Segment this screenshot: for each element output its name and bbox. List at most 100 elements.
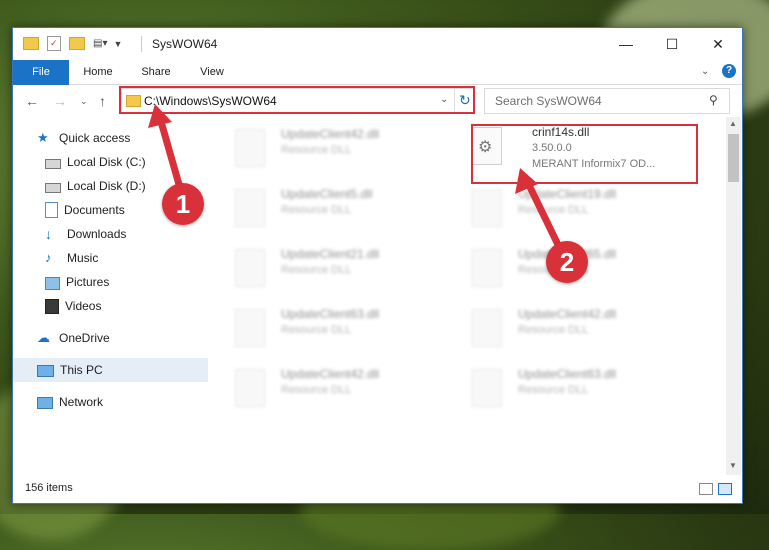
forward-arrow-icon[interactable]: →: [53, 93, 67, 109]
tiles-view-icon[interactable]: [718, 483, 732, 495]
file-type: Resource DLL: [281, 324, 352, 336]
list-item[interactable]: UpdateClient19.dll Resource DLL: [460, 183, 690, 239]
search-placeholder: Search SysWOW64: [495, 94, 602, 108]
file-type: Resource DLL: [281, 204, 352, 216]
minimize-button[interactable]: —: [603, 28, 649, 60]
recent-chevron-icon[interactable]: ⌄: [80, 96, 88, 107]
file-type: Resource DLL: [518, 204, 589, 216]
file-name: UpdateClient5.dll: [281, 187, 373, 201]
documents-icon: [45, 202, 58, 218]
file-type: Resource DLL: [281, 264, 352, 276]
tab-share[interactable]: Share: [133, 60, 179, 84]
folder-icon[interactable]: [23, 37, 39, 50]
status-bar: 156 items: [13, 475, 742, 503]
search-icon[interactable]: ⚲: [709, 93, 718, 107]
details-view-icon[interactable]: [699, 483, 713, 495]
help-icon[interactable]: ?: [722, 64, 736, 78]
list-item[interactable]: UpdateClient63.dll Resource DLL: [223, 303, 453, 359]
sidebar-item-label: This PC: [60, 363, 103, 377]
window-title: SysWOW64: [152, 37, 218, 51]
step-badge-2: 2: [546, 241, 588, 283]
sidebar-item-label: Quick access: [59, 131, 131, 145]
search-input[interactable]: Search SysWOW64 ⚲: [484, 88, 730, 114]
sidebar-item-label: Videos: [65, 299, 102, 313]
dll-file-icon: [235, 129, 265, 167]
title-divider: [141, 36, 142, 52]
sidebar-item-pictures[interactable]: Pictures 📌: [13, 270, 240, 294]
vertical-scrollbar[interactable]: ▲ ▼: [726, 117, 741, 475]
maximize-button[interactable]: ☐: [649, 28, 695, 60]
file-name: UpdateClient42.dll: [281, 127, 380, 141]
item-count: 156 items: [25, 482, 73, 494]
dll-file-icon: [472, 189, 502, 227]
sidebar-item-label: Downloads: [67, 227, 127, 241]
tab-view[interactable]: View: [191, 60, 233, 84]
tab-home[interactable]: Home: [75, 60, 121, 84]
drive-icon: [45, 183, 61, 193]
sidebar-item-label: Local Disk (D:): [67, 179, 146, 193]
chevron-down-icon[interactable]: ▼: [113, 39, 122, 49]
explorer-window: ✓ ▤▾ ▼ SysWOW64 — ☐ ✕ File Home Share Vi…: [12, 27, 743, 504]
list-item[interactable]: UpdateClient42.dll Resource DLL: [223, 363, 453, 419]
music-icon: ♪: [45, 250, 52, 265]
cloud-icon: ☁: [37, 330, 50, 345]
file-name: UpdateClient21.dll: [281, 247, 380, 261]
list-item[interactable]: UpdateClient42.dll Resource DLL: [223, 123, 453, 179]
list-item[interactable]: UpdateClient21.dll Resource DLL: [223, 243, 453, 299]
customize-icon[interactable]: ▤▾: [93, 38, 107, 49]
new-folder-icon[interactable]: [69, 37, 85, 50]
sidebar-item-quick-access[interactable]: ★ Quick access: [13, 126, 232, 150]
pc-icon: [37, 364, 54, 377]
file-type: Resource DLL: [281, 144, 352, 156]
dll-file-icon: [235, 189, 265, 227]
list-item[interactable]: UpdateClient42.dll Resource DLL: [460, 303, 690, 359]
list-item[interactable]: UpdateClient63.dll Resource DLL: [460, 363, 690, 419]
sidebar-item-label: Music: [67, 251, 99, 265]
star-icon: ★: [37, 130, 49, 145]
file-name: UpdateClient63.dll: [518, 367, 617, 381]
sidebar-item-videos[interactable]: Videos 📌: [13, 294, 240, 318]
file-type: Resource DLL: [281, 384, 352, 396]
properties-icon[interactable]: ✓: [47, 36, 61, 51]
file-type: Resource DLL: [518, 384, 589, 396]
sidebar-item-music[interactable]: ♪ Music 📌: [13, 246, 240, 270]
file-name: UpdateClient42.dll: [518, 307, 617, 321]
drive-icon: [45, 159, 61, 169]
sidebar-item-this-pc[interactable]: This PC: [13, 358, 208, 382]
dll-file-icon: [235, 309, 265, 347]
sidebar-item-label: OneDrive: [59, 331, 110, 345]
sidebar-item-label: Pictures: [66, 275, 110, 289]
sidebar-item-onedrive[interactable]: ☁ OneDrive: [13, 326, 232, 350]
dll-file-icon: [472, 369, 502, 407]
ribbon: File Home Share View ⌄ ?: [13, 60, 742, 116]
scroll-up-icon[interactable]: ▲: [729, 119, 737, 128]
network-icon: [37, 396, 53, 409]
sidebar-item-local-disk-d[interactable]: Local Disk (D:) 📌: [13, 174, 240, 198]
sidebar-item-documents[interactable]: Documents 📌: [13, 198, 240, 222]
step-badge-1: 1: [162, 183, 204, 225]
file-highlight: [471, 124, 698, 184]
download-icon: ↓: [45, 226, 52, 242]
sidebar-item-label: Documents: [64, 203, 125, 217]
file-name: UpdateClient42.dll: [281, 367, 380, 381]
videos-icon: [45, 298, 59, 314]
sidebar-item-network[interactable]: Network: [13, 390, 232, 414]
sidebar-item-label: Local Disk (C:): [67, 155, 146, 169]
close-button[interactable]: ✕: [695, 28, 741, 60]
sidebar-item-downloads[interactable]: ↓ Downloads 📌: [13, 222, 240, 246]
dll-file-icon: [472, 249, 502, 287]
sidebar-item-local-disk-c[interactable]: Local Disk (C:) 📌: [13, 150, 240, 174]
list-item[interactable]: UpdateClient5.dll Resource DLL: [223, 183, 453, 239]
back-arrow-icon[interactable]: ←: [25, 93, 39, 109]
scrollbar-thumb[interactable]: [728, 134, 739, 182]
sidebar-item-label: Network: [59, 395, 104, 409]
file-name: UpdateClient19.dll: [518, 187, 617, 201]
pictures-icon: [45, 276, 60, 290]
expand-ribbon-icon[interactable]: ⌄: [701, 66, 709, 77]
file-type: Resource DLL: [518, 324, 589, 336]
scroll-down-icon[interactable]: ▼: [729, 461, 737, 470]
up-arrow-icon[interactable]: ↑: [99, 93, 106, 109]
file-name: UpdateClient63.dll: [281, 307, 380, 321]
title-bar: ✓ ▤▾ ▼ SysWOW64 — ☐ ✕: [13, 28, 742, 60]
address-highlight: [119, 86, 475, 114]
